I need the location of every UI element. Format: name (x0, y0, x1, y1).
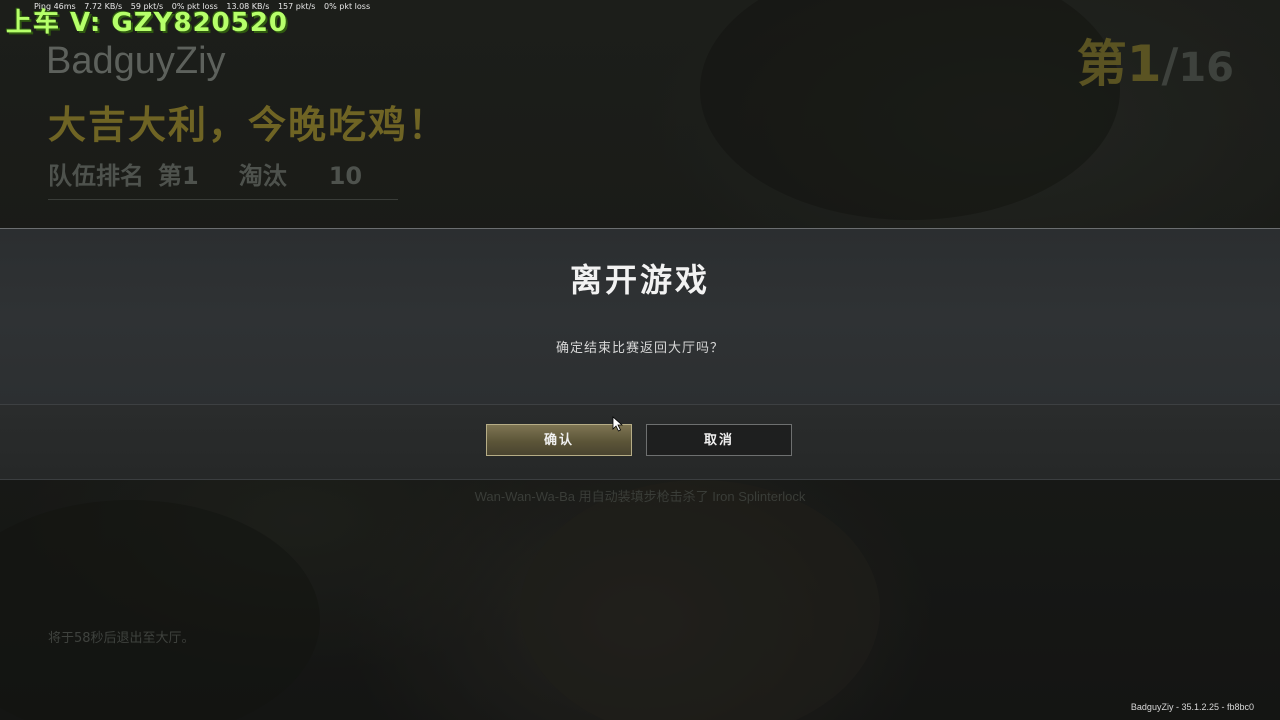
download-pkt-stat: 157 pkt/s (277, 2, 316, 11)
confirm-button[interactable]: 确认 (486, 424, 632, 456)
rank-current: 第1 (1076, 35, 1162, 93)
upload-rate-stat: 7.72 KB/s (84, 2, 123, 11)
auto-exit-countdown: 将于58秒后退出至大厅。 (48, 631, 195, 646)
kills-label: 淘汰 (238, 162, 287, 190)
leave-game-dialog: 离开游戏 确定结束比赛返回大厅吗？ 确认 取消 (0, 228, 1280, 480)
dialog-body: 离开游戏 确定结束比赛返回大厅吗？ (0, 228, 1280, 405)
dialog-title: 离开游戏 (569, 261, 710, 299)
download-rate-stat: 13.08 KB/s (226, 2, 270, 11)
upload-pkt-stat: 59 pkt/s (130, 2, 164, 11)
cancel-button[interactable]: 取消 (646, 424, 792, 456)
download-loss-stat: 0% pkt loss (324, 2, 371, 11)
network-stats: Ping 46ms 7.72 KB/s 59 pkt/s 0% pkt loss… (34, 2, 376, 11)
rank-separator: / (1161, 38, 1179, 92)
win-title: 大吉大利，今晚吃鸡！ (48, 103, 449, 147)
team-stats-row: 队伍排名 第1 淘汰 10 (48, 156, 362, 191)
dialog-button-bar (0, 404, 1280, 480)
kills-value: 10 (328, 162, 363, 190)
ping-stat: Ping 46ms (34, 2, 76, 11)
mouse-cursor-icon (612, 416, 624, 432)
rank-total: 16 (1178, 45, 1234, 91)
dialog-message: 确定结束比赛返回大厅吗？ (555, 341, 724, 356)
team-rank-label: 队伍排名 (48, 162, 144, 190)
build-info: BadguyZiy - 35.1.2.25 - fb8bc0 (1130, 702, 1254, 712)
player-name: BadguyZiy (46, 40, 226, 82)
placement-rank: 第1/16 (1077, 24, 1234, 96)
kill-feed-message: Wan-Wan-Wa-Ba 用自动装填步枪击杀了 Iron Splinterlo… (474, 489, 806, 504)
upload-loss-stat: 0% pkt loss (171, 2, 218, 11)
game-scene: 上车 V: GZY820520 Ping 46ms 7.72 KB/s 59 p… (0, 0, 1280, 720)
stats-divider (48, 199, 398, 200)
team-rank-value: 第1 (158, 162, 199, 190)
